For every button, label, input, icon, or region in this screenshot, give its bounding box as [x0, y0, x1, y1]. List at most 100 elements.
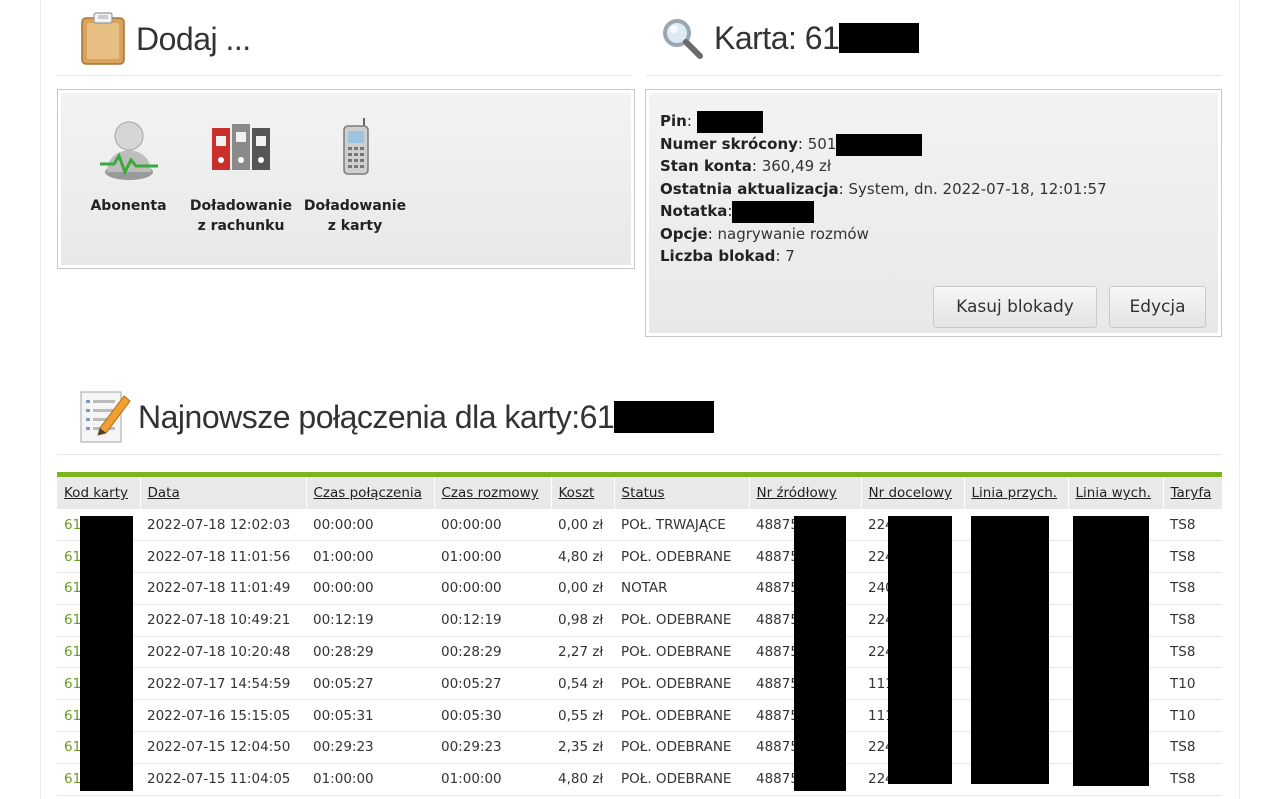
redacted-outgoing-lines — [1073, 516, 1149, 786]
locks-count-label: Liczba blokad — [660, 247, 776, 265]
column-header: Nr źródłowy — [749, 477, 862, 509]
table-cell: 0,98 zł — [551, 604, 614, 637]
balance-value: 360,49 zł — [761, 157, 832, 175]
table-cell: POŁ. ODEBRANE — [614, 699, 749, 733]
short-number-label: Numer skrócony — [660, 135, 798, 153]
column-header: Koszt — [551, 477, 615, 509]
add-section-header: Dodaj ... — [78, 12, 251, 66]
table-header-row: Kod karty Data Czas połączenia Czas rozmowy… — [57, 477, 1223, 509]
table-cell: TS8 — [1163, 731, 1222, 764]
card-section-header: Karta: 61 — [660, 16, 920, 60]
table-cell: 01:00:00 — [434, 540, 551, 574]
short-number-value: 501 — [807, 135, 837, 153]
binders-icon — [212, 124, 270, 170]
table-cell: 2022-07-18 11:01:56 — [140, 540, 306, 574]
table-cell: 01:00:00 — [306, 540, 434, 574]
column-header: Data — [140, 477, 307, 509]
topup-card-label-2: z karty — [327, 218, 383, 234]
balance-label: Stan konta — [660, 157, 752, 175]
redacted-calls-card-number — [614, 401, 715, 433]
redacted-card-codes — [80, 516, 133, 791]
add-subscriber-label: Abonenta — [90, 198, 167, 214]
column-header: Linia wych. — [1068, 477, 1164, 509]
table-cell: POŁ. ODEBRANE — [614, 763, 749, 796]
table-cell: 0,00 zł — [551, 572, 614, 605]
table-cell: POŁ. ODEBRANE — [614, 604, 749, 637]
topup-from-account-button[interactable]: Doładowanie z rachunku — [186, 114, 296, 236]
table-cell: TS8 — [1163, 636, 1222, 669]
pin-label: Pin — [660, 112, 687, 130]
table-cell: POŁ. ODEBRANE — [614, 540, 749, 574]
locks-count-line: Liczba blokad: 7 — [660, 247, 795, 265]
options-value: nagrywanie rozmów — [717, 225, 869, 243]
redacted-source-numbers — [794, 516, 846, 791]
table-cell: 2022-07-15 11:04:05 — [140, 763, 306, 796]
table-cell: 00:00:00 — [306, 509, 434, 542]
redacted-short-number — [836, 133, 923, 156]
sort-link[interactable]: Data — [148, 485, 180, 501]
table-cell: 00:05:27 — [434, 667, 551, 701]
table-cell: 0,54 zł — [551, 667, 614, 701]
table-cell: 00:00:00 — [434, 572, 551, 605]
options-line: Opcje: nagrywanie rozmów — [660, 225, 869, 243]
table-cell: TS8 — [1163, 763, 1222, 796]
table-cell: 2,35 zł — [551, 731, 614, 764]
last-update-label: Ostatnia aktualizacja — [660, 180, 839, 198]
card-header-divider — [646, 75, 1222, 76]
table-cell: TS8 — [1163, 572, 1222, 605]
sort-link[interactable]: Kod karty — [64, 485, 128, 501]
clipboard-icon — [81, 12, 125, 65]
table-cell: 2022-07-18 12:02:03 — [140, 509, 306, 542]
clear-locks-button[interactable]: Kasuj blokady — [933, 286, 1097, 328]
add-section-title: Dodaj ... — [136, 20, 251, 57]
card-section-title: Karta: 61 — [714, 19, 840, 56]
locks-count-value: 7 — [785, 247, 795, 265]
table-cell: 0,55 zł — [551, 699, 614, 733]
sort-link[interactable]: Czas połączenia — [314, 485, 422, 501]
column-header: Czas połączenia — [306, 477, 435, 509]
table-cell: 00:29:23 — [434, 731, 551, 764]
sort-link[interactable]: Nr źródłowy — [757, 485, 837, 501]
table-cell: 2022-07-15 12:04:50 — [140, 731, 306, 764]
note-label: Notatka — [660, 202, 728, 220]
table-cell: 00:00:00 — [306, 572, 434, 605]
subscriber-icon — [99, 121, 158, 180]
add-subscriber-button[interactable]: Abonenta — [86, 114, 171, 216]
topup-account-label-1: Doładowanie — [189, 198, 293, 214]
last-update-value: System, dn. 2022-07-18, 12:01:57 — [848, 180, 1107, 198]
balance-line: Stan konta: 360,49 zł — [660, 157, 832, 175]
topup-from-card-button[interactable]: Doładowanie z karty — [300, 114, 410, 236]
redacted-card-number — [839, 23, 920, 53]
sort-link[interactable]: Nr docelowy — [869, 485, 953, 501]
sort-link[interactable]: Status — [622, 485, 665, 501]
table-cell: POŁ. TRWAJĄCE — [614, 509, 749, 542]
table-cell: 0,00 zł — [551, 509, 614, 542]
sort-link[interactable]: Linia wych. — [1076, 485, 1151, 501]
sort-link[interactable]: Czas rozmowy — [442, 485, 539, 501]
table-cell: 4,80 zł — [551, 540, 614, 574]
calls-section-title: Najnowsze połączenia dla karty:61 — [138, 398, 615, 435]
card-panel: Pin: Numer skrócony: 501 Stan konta: 360… — [645, 89, 1222, 337]
table-cell: 00:28:29 — [434, 636, 551, 669]
sort-link[interactable]: Koszt — [559, 485, 595, 501]
calls-header-divider — [57, 454, 1222, 455]
calls-section-header: Najnowsze połączenia dla karty:61 — [78, 388, 715, 446]
table-cell: T10 — [1163, 667, 1222, 701]
table-cell: 00:12:19 — [306, 604, 434, 637]
table-cell: 2,27 zł — [551, 636, 614, 669]
table-cell: 2022-07-17 14:54:59 — [140, 667, 306, 701]
sort-link[interactable]: Taryfa — [1171, 485, 1212, 501]
column-header: Nr docelowy — [861, 477, 965, 509]
options-label: Opcje — [660, 225, 708, 243]
edit-button[interactable]: Edycja — [1109, 286, 1206, 328]
table-cell: 00:12:19 — [434, 604, 551, 637]
note-line: Notatka: — [660, 200, 815, 223]
add-panel: Abonenta Doładowanie z rachunku Doładowa… — [57, 89, 635, 269]
phone-icon — [343, 118, 369, 175]
column-header: Kod karty — [57, 477, 141, 509]
column-header: Linia przych. — [964, 477, 1069, 509]
notepad-pencil-icon — [80, 391, 131, 443]
sort-link[interactable]: Linia przych. — [972, 485, 1058, 501]
table-cell: 00:00:00 — [434, 509, 551, 542]
table-cell: TS8 — [1163, 509, 1222, 542]
